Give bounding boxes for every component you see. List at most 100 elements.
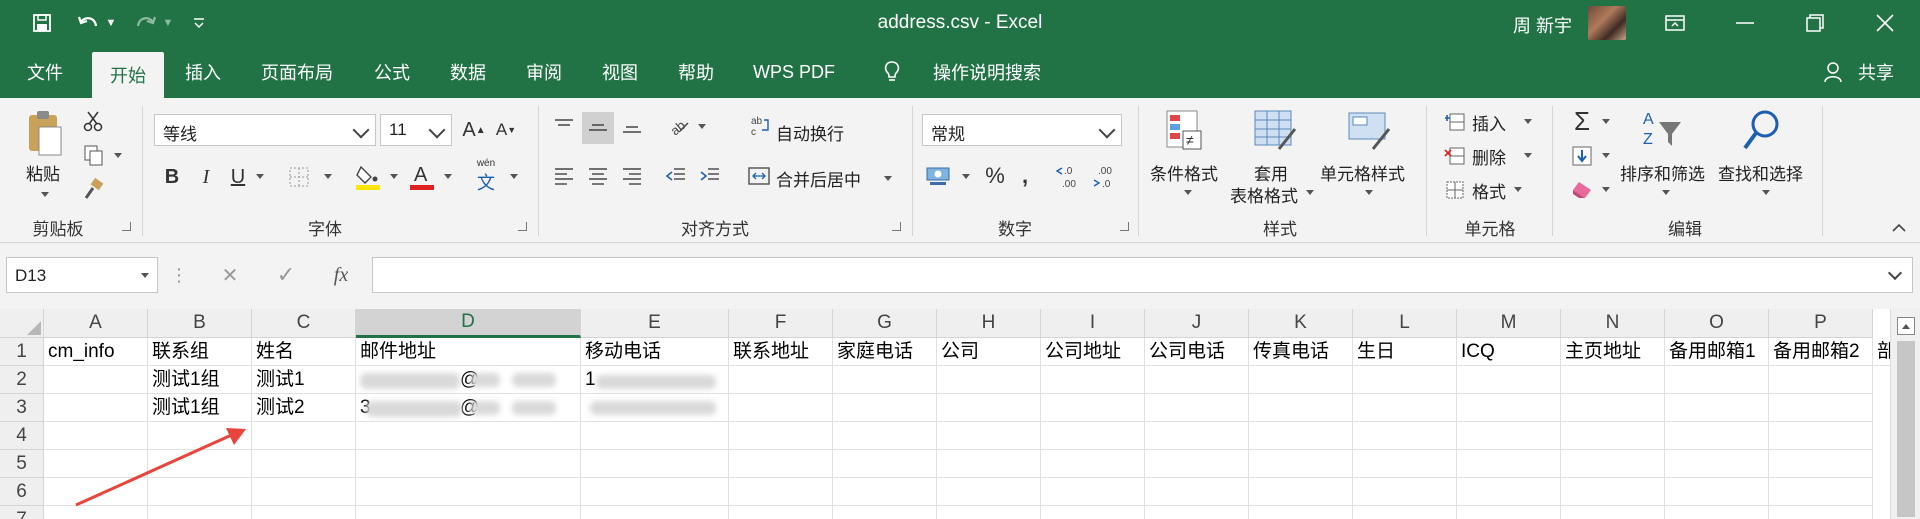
column-header-g[interactable]: G bbox=[833, 309, 937, 338]
column-header-m[interactable]: M bbox=[1457, 309, 1561, 338]
row-header-2[interactable]: 2 bbox=[0, 366, 44, 394]
increase-decimal-icon[interactable]: .0.00 bbox=[1054, 160, 1086, 192]
cell-i1[interactable]: 公司地址 bbox=[1041, 338, 1145, 366]
align-right-icon[interactable] bbox=[618, 162, 646, 190]
column-header-i[interactable]: I bbox=[1041, 309, 1145, 338]
cell-f3[interactable] bbox=[729, 394, 833, 422]
avatar[interactable] bbox=[1588, 6, 1626, 40]
cell-e6[interactable] bbox=[581, 478, 729, 506]
top-align-icon[interactable] bbox=[550, 112, 578, 140]
tab-insert[interactable]: 插入 bbox=[168, 46, 238, 98]
column-header-e[interactable]: E bbox=[581, 309, 729, 338]
delete-cells-button[interactable]: 删除 bbox=[1472, 144, 1506, 169]
decrease-indent-icon[interactable] bbox=[662, 162, 690, 190]
fill-dropdown-icon[interactable] bbox=[1602, 153, 1610, 158]
cell-i5[interactable] bbox=[1041, 450, 1145, 478]
align-center-icon[interactable] bbox=[584, 162, 612, 190]
share-icon[interactable] bbox=[1818, 46, 1848, 98]
cell-p7[interactable] bbox=[1769, 506, 1873, 519]
cell-b2[interactable]: 测试1组 bbox=[148, 366, 252, 394]
cell-p1[interactable]: 备用邮箱2 bbox=[1769, 338, 1873, 366]
cell-b3[interactable]: 测试1组 bbox=[148, 394, 252, 422]
column-header-n[interactable]: N bbox=[1561, 309, 1665, 338]
cell-c7[interactable] bbox=[252, 506, 356, 519]
format-cells-dropdown-icon[interactable] bbox=[1514, 187, 1522, 192]
redo-dropdown-icon[interactable]: ▼ bbox=[160, 0, 176, 46]
cell-c3[interactable]: 测试2 bbox=[252, 394, 356, 422]
cell-l5[interactable] bbox=[1353, 450, 1457, 478]
column-header-o[interactable]: O bbox=[1665, 309, 1769, 338]
cell-f7[interactable] bbox=[729, 506, 833, 519]
phonetic-dropdown-icon[interactable] bbox=[510, 174, 518, 179]
cell-l7[interactable] bbox=[1353, 506, 1457, 519]
vertical-scrollbar[interactable] bbox=[1890, 309, 1920, 519]
cell-l4[interactable] bbox=[1353, 422, 1457, 450]
redo-icon[interactable] bbox=[128, 0, 164, 46]
copy-icon[interactable] bbox=[80, 142, 106, 168]
accounting-dropdown-icon[interactable] bbox=[962, 174, 970, 179]
row-header-7[interactable]: 7 bbox=[0, 506, 44, 519]
underline-button[interactable]: U bbox=[224, 162, 252, 192]
cell-f2[interactable] bbox=[729, 366, 833, 394]
format-as-table-label-2[interactable]: 表格格式 bbox=[1230, 182, 1298, 207]
cell-c1[interactable]: 姓名 bbox=[252, 338, 356, 366]
cell-m2[interactable] bbox=[1457, 366, 1561, 394]
cell-j5[interactable] bbox=[1145, 450, 1249, 478]
user-name[interactable]: 周 新宇 bbox=[1513, 12, 1572, 38]
cell-i6[interactable] bbox=[1041, 478, 1145, 506]
ribbon-display-options-icon[interactable] bbox=[1650, 0, 1700, 46]
bold-button[interactable]: B bbox=[158, 162, 186, 192]
cell-d6[interactable] bbox=[356, 478, 581, 506]
insert-cells-button[interactable]: 插入 bbox=[1472, 110, 1506, 135]
customize-toolbar-icon[interactable] bbox=[188, 0, 210, 46]
clear-icon[interactable] bbox=[1568, 176, 1596, 204]
italic-button[interactable]: I bbox=[192, 162, 220, 192]
formula-input[interactable] bbox=[372, 257, 1913, 293]
cell-j7[interactable] bbox=[1145, 506, 1249, 519]
cell-j4[interactable] bbox=[1145, 422, 1249, 450]
cell-f5[interactable] bbox=[729, 450, 833, 478]
cell-k7[interactable] bbox=[1249, 506, 1353, 519]
cell-j2[interactable] bbox=[1145, 366, 1249, 394]
tab-view[interactable]: 视图 bbox=[584, 46, 656, 98]
column-header-k[interactable]: K bbox=[1249, 309, 1353, 338]
cell-g2[interactable] bbox=[833, 366, 937, 394]
cell-j3[interactable] bbox=[1145, 394, 1249, 422]
underline-dropdown-icon[interactable] bbox=[256, 174, 264, 179]
tab-home[interactable]: 开始 bbox=[92, 52, 164, 98]
copy-dropdown-icon[interactable] bbox=[114, 153, 122, 158]
cell-n7[interactable] bbox=[1561, 506, 1665, 519]
percent-button[interactable]: % bbox=[980, 160, 1010, 192]
cell-styles-dropdown-icon[interactable] bbox=[1365, 190, 1373, 195]
cell-m5[interactable] bbox=[1457, 450, 1561, 478]
cell-d5[interactable] bbox=[356, 450, 581, 478]
save-icon[interactable] bbox=[24, 0, 60, 46]
increase-indent-icon[interactable] bbox=[696, 162, 724, 190]
cell-i3[interactable] bbox=[1041, 394, 1145, 422]
cut-icon[interactable] bbox=[80, 108, 106, 134]
cell-h5[interactable] bbox=[937, 450, 1041, 478]
format-cells-button[interactable]: 格式 bbox=[1472, 178, 1506, 203]
cell-g5[interactable] bbox=[833, 450, 937, 478]
wrap-text-icon[interactable]: ab c bbox=[748, 112, 772, 140]
tab-page-layout[interactable]: 页面布局 bbox=[250, 46, 344, 98]
insert-function-icon[interactable]: fx bbox=[326, 261, 356, 289]
tab-data[interactable]: 数据 bbox=[432, 46, 504, 98]
format-as-table-icon[interactable] bbox=[1250, 106, 1300, 156]
cell-h1[interactable]: 公司 bbox=[937, 338, 1041, 366]
tab-formulas[interactable]: 公式 bbox=[356, 46, 428, 98]
row-header-4[interactable]: 4 bbox=[0, 422, 44, 450]
find-select-dropdown-icon[interactable] bbox=[1762, 190, 1770, 195]
cell-h7[interactable] bbox=[937, 506, 1041, 519]
select-all-button[interactable] bbox=[0, 309, 44, 338]
scroll-thumb[interactable] bbox=[1897, 341, 1915, 517]
lightbulb-icon[interactable] bbox=[874, 46, 910, 98]
cell-n6[interactable] bbox=[1561, 478, 1665, 506]
cell-h3[interactable] bbox=[937, 394, 1041, 422]
cell-p4[interactable] bbox=[1769, 422, 1873, 450]
cell-c2[interactable]: 测试1 bbox=[252, 366, 356, 394]
cell-i7[interactable] bbox=[1041, 506, 1145, 519]
orientation-dropdown-icon[interactable] bbox=[698, 124, 706, 129]
name-box[interactable]: D13 bbox=[6, 257, 158, 293]
column-header-j[interactable]: J bbox=[1145, 309, 1249, 338]
